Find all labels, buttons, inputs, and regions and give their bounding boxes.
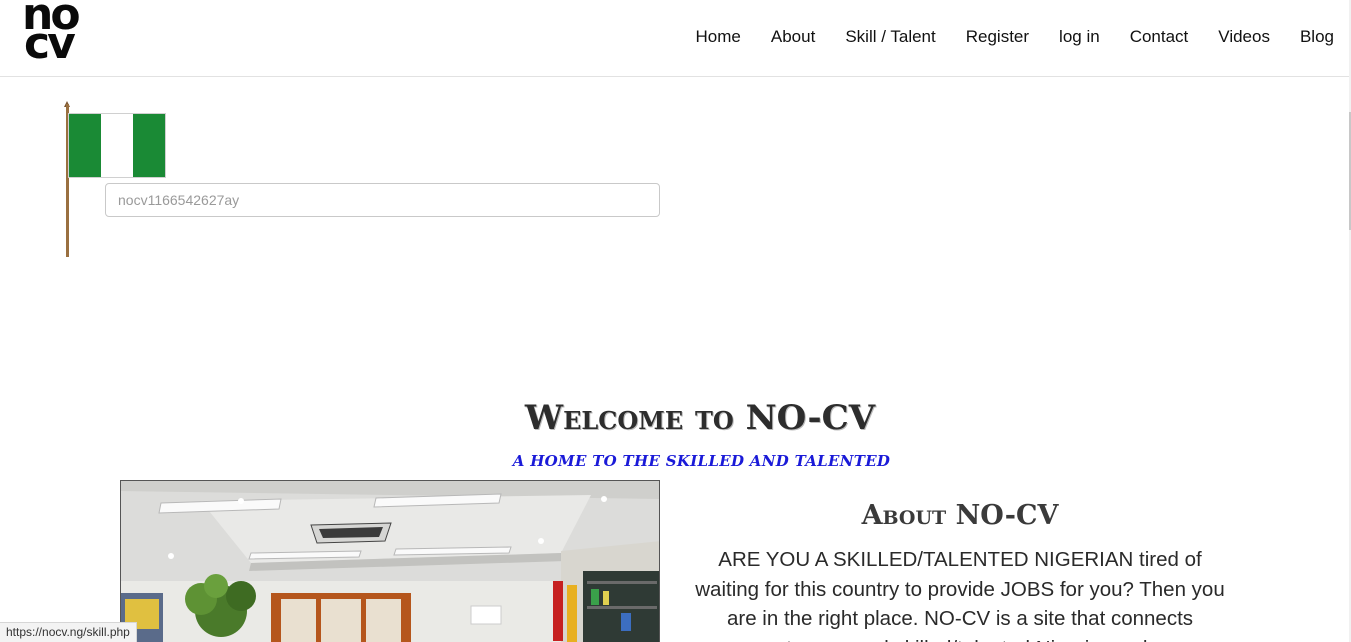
nocv-logo[interactable]: no cv [22, 0, 88, 69]
nav-register[interactable]: Register [966, 27, 1029, 47]
welcome-title: Welcome to NO-CV [524, 398, 876, 438]
nav-skill-talent[interactable]: Skill / Talent [845, 27, 935, 47]
nav-blog[interactable]: Blog [1300, 27, 1334, 47]
site-header: no cv Home About Skill / Talent Register… [0, 0, 1351, 77]
about-text: ARE YOU A SKILLED/TALENTED NIGERIAN tire… [695, 548, 1225, 642]
office-interior-image [120, 480, 660, 642]
nav-home[interactable]: Home [696, 27, 741, 47]
nav-videos[interactable]: Videos [1218, 27, 1270, 47]
status-bar-url: https://nocv.ng/skill.php [0, 622, 137, 642]
main-nav: Home About Skill / Talent Register log i… [696, 27, 1334, 47]
flag-stripe-right [133, 114, 165, 177]
logo-line-2: cv [24, 18, 76, 69]
welcome-subtitle: A HOME TO THE SKILLED AND TALENTED [512, 452, 891, 470]
nav-about[interactable]: About [771, 27, 815, 47]
flag-stripe-left [69, 114, 101, 177]
flag-stripe-center [101, 114, 133, 177]
nav-contact[interactable]: Contact [1130, 27, 1189, 47]
code-input[interactable] [105, 183, 660, 217]
nav-login[interactable]: log in [1059, 27, 1100, 47]
nigeria-flag-icon [69, 114, 165, 177]
about-title: About NO-CV [861, 500, 1059, 531]
